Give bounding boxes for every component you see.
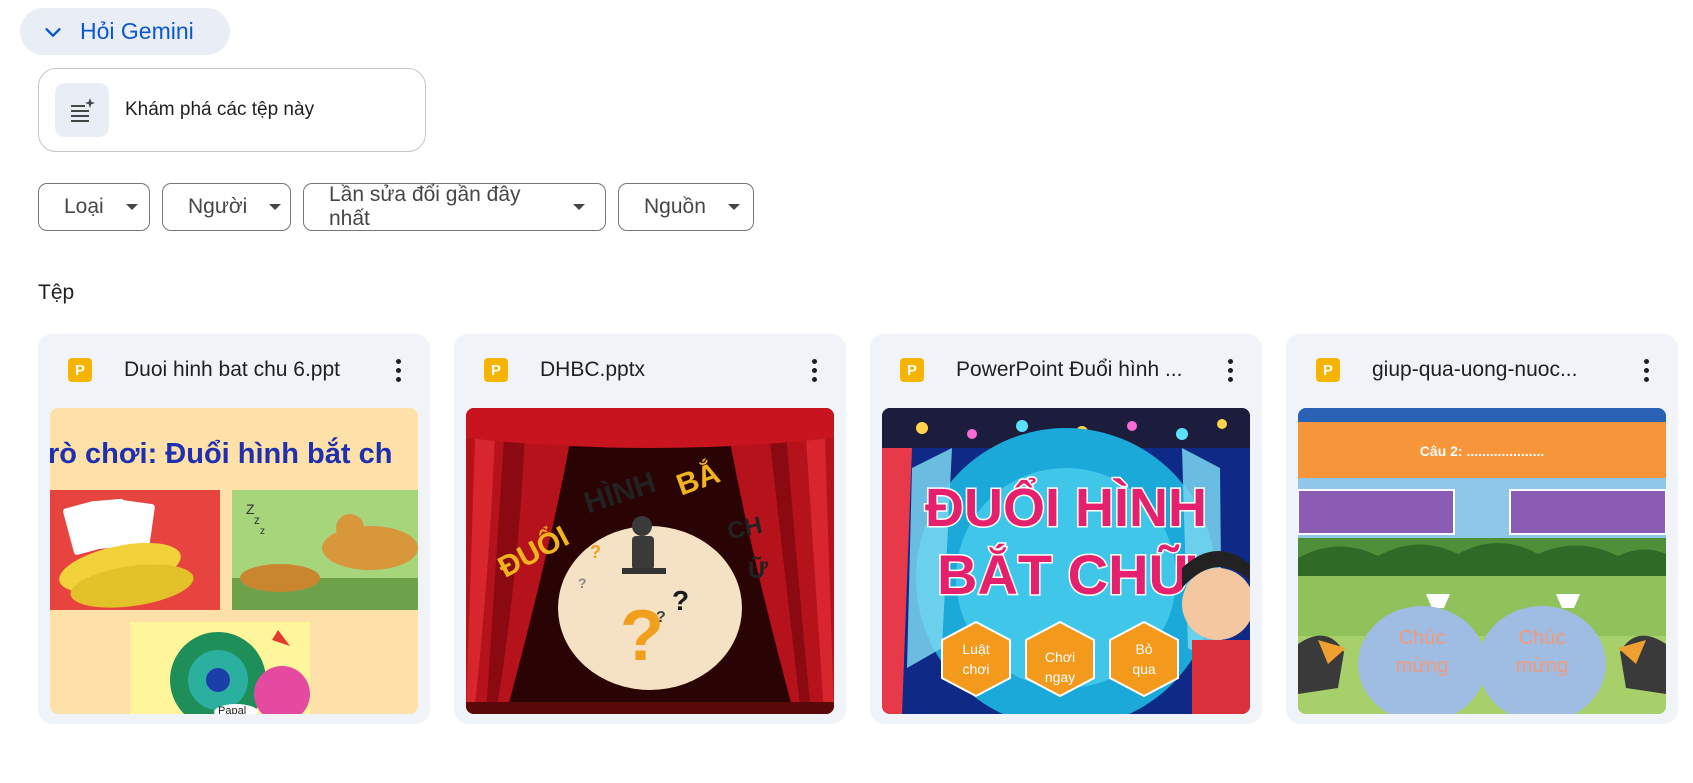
thumb-snore-text: z	[260, 526, 265, 537]
thumb-button-text: Chơi	[1045, 649, 1075, 665]
file-name: PowerPoint Đuổi hình ...	[956, 358, 1183, 381]
filter-people-dropdown[interactable]: Người	[162, 183, 291, 231]
dropdown-caret-icon	[125, 204, 138, 210]
thumb-title-text: ĐUỔI HÌNH	[925, 478, 1207, 538]
explore-files-label: Khám phá các tệp này	[125, 99, 315, 120]
file-card-grid: P Duoi hinh bat chu 6.ppt rò chơi: Đuổi …	[38, 334, 1678, 724]
files-section-title: Tệp	[38, 281, 75, 304]
thumb-question-text: ?	[656, 609, 666, 626]
more-options-icon[interactable]	[800, 356, 828, 384]
powerpoint-icon: P	[484, 358, 508, 382]
file-thumbnail: ĐUỔI HÌNH BẮT CHỮ Luật chơi Chơi ngay Bỏ…	[882, 408, 1250, 714]
filter-bar: Loại Người Lần sửa đổi gần đây nhất Nguồ…	[38, 183, 754, 231]
thumb-answer-text: mừng	[1396, 655, 1448, 677]
thumb-question-label: Câu 2: ....................	[1420, 443, 1544, 459]
file-name: giup-qua-uong-nuoc...	[1372, 358, 1578, 381]
file-thumbnail: ĐUỔI HÌNH BẮ CH Ữ ? ? ? ? ?	[466, 408, 834, 714]
filter-source-dropdown[interactable]: Nguồn	[618, 183, 754, 231]
dropdown-caret-icon	[727, 204, 740, 210]
file-card[interactable]: P Duoi hinh bat chu 6.ppt rò chơi: Đuổi …	[38, 334, 430, 724]
filter-source-label: Nguồn	[644, 195, 706, 218]
filter-type-dropdown[interactable]: Loại	[38, 183, 150, 231]
chevron-down-icon	[45, 27, 61, 37]
more-options-icon[interactable]	[1216, 356, 1244, 384]
thumb-answer-text: Chúc	[1519, 627, 1566, 649]
file-card[interactable]: P giup-qua-uong-nuoc... Câu 2: .........…	[1286, 334, 1678, 724]
ask-gemini-label: Hỏi Gemini	[80, 18, 194, 44]
filter-type-label: Loại	[64, 195, 104, 218]
thumb-question-text: ?	[590, 542, 601, 562]
thumb-answer-text: Chúc	[1399, 627, 1446, 649]
thumb-title-text: rò chơi: Đuổi hình bắt ch	[50, 436, 392, 470]
ask-gemini-button[interactable]: Hỏi Gemini	[20, 8, 230, 55]
explore-files-suggestion[interactable]: Khám phá các tệp này	[38, 68, 426, 152]
thumb-question-text: ?	[672, 585, 689, 616]
more-options-icon[interactable]	[384, 356, 412, 384]
thumb-question-text: ?	[578, 575, 587, 591]
file-name: DHBC.pptx	[540, 358, 646, 381]
dropdown-caret-icon	[573, 204, 585, 210]
file-thumbnail: Câu 2: .................... Chúc mừng Ch…	[1298, 408, 1666, 714]
file-name: Duoi hinh bat chu 6.ppt	[124, 358, 340, 381]
thumb-button-text: chơi	[962, 661, 989, 677]
thumb-caption-text: Papal	[218, 705, 246, 714]
thumb-title-text: BẮT CHỮ	[937, 543, 1196, 606]
thumb-button-text: qua	[1132, 661, 1156, 677]
file-thumbnail: rò chơi: Đuổi hình bắt ch Z z z Papal	[50, 408, 418, 714]
drive-search-results: Hỏi Gemini Khám phá các tệp này Loại Ngư…	[0, 0, 1693, 783]
powerpoint-icon: P	[68, 358, 92, 382]
thumb-question-text: ?	[620, 596, 664, 676]
file-card-header: P PowerPoint Đuổi hình ...	[870, 334, 1262, 406]
file-card-header: P giup-qua-uong-nuoc...	[1286, 334, 1678, 406]
thumb-button-text: Bỏ	[1135, 641, 1152, 657]
powerpoint-icon: P	[1316, 358, 1340, 382]
thumb-button-text: ngay	[1045, 669, 1075, 685]
dropdown-caret-icon	[269, 204, 282, 210]
thumb-button-text: Luật	[962, 641, 989, 657]
powerpoint-icon: P	[900, 358, 924, 382]
file-card-header: P DHBC.pptx	[454, 334, 846, 406]
file-card[interactable]: P DHBC.pptx ĐUỔI HÌNH BẮ CH Ữ ? ? ? ? ?	[454, 334, 846, 724]
more-options-icon[interactable]	[1632, 356, 1660, 384]
thumb-snore-text: z	[254, 513, 260, 527]
file-card-header: P Duoi hinh bat chu 6.ppt	[38, 334, 430, 406]
filter-modified-label: Lần sửa đổi gần đây nhất	[329, 183, 521, 230]
list-sparkle-icon	[55, 83, 109, 137]
thumb-answer-text: mừng	[1516, 655, 1568, 677]
filter-modified-dropdown[interactable]: Lần sửa đổi gần đây nhất	[303, 183, 606, 231]
filter-people-label: Người	[188, 195, 248, 218]
thumb-word-text: Ữ	[748, 556, 768, 584]
file-card[interactable]: P PowerPoint Đuổi hình ... ĐUỔI HÌNH BẮT…	[870, 334, 1262, 724]
